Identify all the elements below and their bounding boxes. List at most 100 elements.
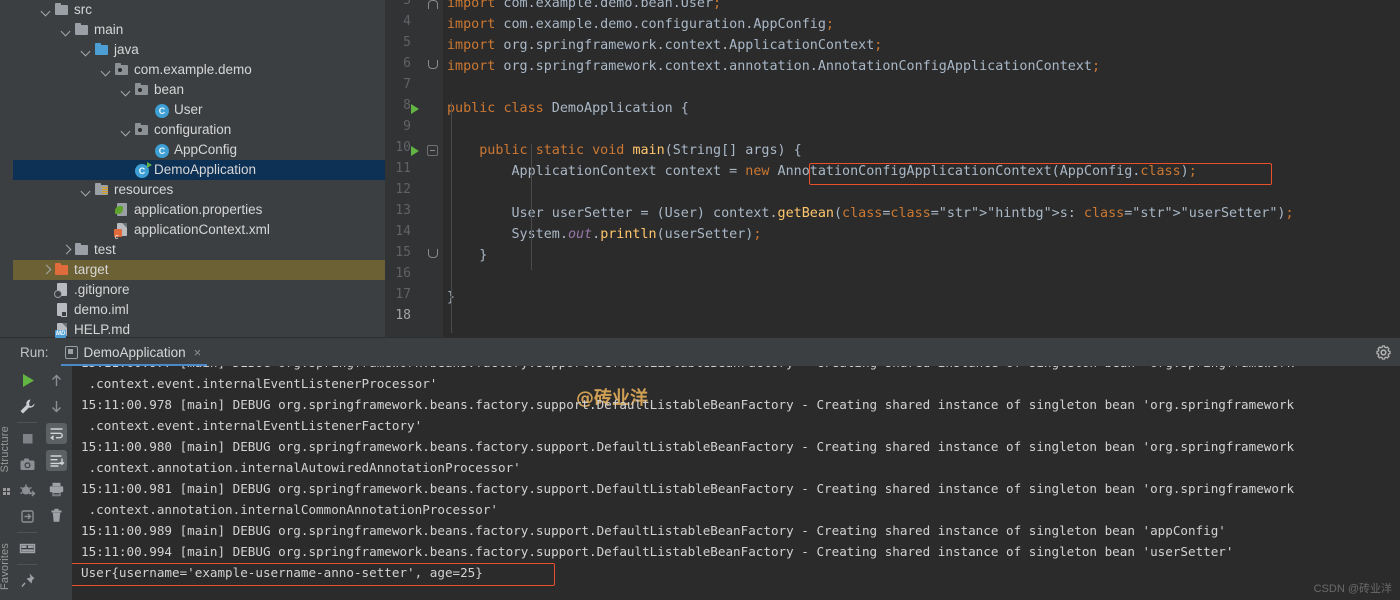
no-chevron — [141, 105, 152, 116]
tree-item-src[interactable]: src — [13, 0, 385, 20]
tree-item-appconfig[interactable]: AppConfig — [13, 140, 385, 160]
indent-guide — [531, 144, 532, 270]
chevron-right-icon[interactable] — [41, 265, 52, 276]
console-log-line: 15:11:00.980 [main] DEBUG org.springfram… — [81, 439, 1295, 454]
chevron-down-icon[interactable] — [101, 65, 112, 76]
console-tab-icon — [64, 345, 78, 359]
tree-item-label: target — [74, 262, 109, 277]
tree-item-user[interactable]: User — [13, 100, 385, 120]
source-folder-icon — [94, 42, 110, 58]
stop-button[interactable] — [17, 428, 38, 449]
code-line[interactable]: public class DemoApplication { — [447, 98, 689, 119]
layout-icon[interactable] — [17, 538, 38, 559]
project-tree[interactable]: src main java com.example.demo bean User confi… — [13, 0, 385, 338]
arrow-up-icon[interactable] — [46, 370, 67, 391]
gutter-line-number: 4 — [403, 14, 411, 29]
console-log-line: .context.event.internalEventListenerProc… — [81, 376, 438, 391]
chevron-down-icon[interactable] — [81, 45, 92, 56]
fold-collapse-icon[interactable] — [427, 145, 438, 156]
tree-item-label: bean — [154, 82, 185, 97]
code-content[interactable]: import com.example.demo.bean.User; import… — [443, 0, 1400, 338]
gutter-line-number: 16 — [395, 266, 411, 281]
chevron-down-icon[interactable] — [121, 125, 132, 136]
tree-item-help-md[interactable]: MD HELP.md — [13, 320, 385, 338]
soft-wrap-icon[interactable] — [46, 423, 67, 444]
tab-demoapplication[interactable]: DemoApplication × — [60, 338, 208, 366]
bug-attach-icon[interactable] — [17, 480, 38, 501]
gutter-line-number: 11 — [395, 161, 411, 176]
arrow-down-icon[interactable] — [46, 396, 67, 417]
code-line[interactable]: public static void main(String[] args) { — [447, 140, 802, 161]
no-chevron — [41, 285, 52, 296]
folder-icon — [74, 242, 90, 258]
close-icon[interactable]: × — [194, 346, 202, 359]
tree-item-label: resources — [114, 182, 174, 197]
camera-icon[interactable] — [17, 454, 38, 475]
code-line[interactable]: ApplicationContext context = new Annotat… — [447, 161, 1196, 182]
console-log-line: .context.annotation.internalCommonAnnota… — [81, 502, 499, 517]
code-line[interactable]: } — [447, 245, 487, 266]
run-gutter-icon[interactable] — [411, 146, 419, 156]
exit-icon[interactable] — [17, 506, 38, 527]
fold-region-marker[interactable] — [427, 0, 438, 9]
favorites-tool-button[interactable]: Favorites — [0, 543, 11, 590]
printer-icon[interactable] — [46, 479, 67, 500]
chevron-down-icon[interactable] — [81, 185, 92, 196]
trash-icon[interactable] — [46, 505, 67, 526]
console-log-line: 15:11:00.994 [main] DEBUG org.springfram… — [81, 544, 1234, 559]
console-log-line: 15:11:00.989 [main] DEBUG org.springfram… — [81, 523, 1226, 538]
tree-item-label: DemoApplication — [154, 162, 257, 177]
chevron-down-icon[interactable] — [61, 25, 72, 36]
code-line[interactable]: import com.example.demo.bean.User; — [447, 0, 721, 14]
tree-item-main[interactable]: main — [13, 20, 385, 40]
code-line[interactable]: User userSetter = (User) context.getBean… — [447, 203, 1293, 224]
console-log-line: 15:11:00.978 [main] DEBUG org.springfram… — [81, 397, 1295, 412]
structure-icon — [3, 488, 10, 495]
fold-region-marker[interactable] — [427, 249, 438, 260]
no-chevron — [141, 145, 152, 156]
tree-item-test[interactable]: test — [13, 240, 385, 260]
code-line[interactable]: import org.springframework.context.annot… — [447, 56, 1100, 77]
tree-item-java[interactable]: java — [13, 40, 385, 60]
code-editor[interactable]: 3 4 5 6 7 8 9 10 11 12 13 14 15 16 17 18 import com.exa… — [385, 0, 1400, 338]
console-output[interactable]: @砖业洋 CSDN @砖业洋 15:11:00.977 [main] DEBUG… — [72, 366, 1400, 600]
structure-tool-button[interactable]: Structure — [0, 426, 11, 472]
tree-item--gitignore[interactable]: .gitignore — [13, 280, 385, 300]
pin-icon[interactable] — [17, 570, 38, 591]
tree-item-resources[interactable]: resources — [13, 180, 385, 200]
run-gutter-icon[interactable] — [411, 104, 419, 114]
gutter-line-number: 15 — [395, 245, 411, 260]
chevron-right-icon[interactable] — [61, 245, 72, 256]
tree-item-application-properties[interactable]: application.properties — [13, 200, 385, 220]
rerun-button[interactable] — [17, 370, 38, 391]
tree-item-com-example-demo[interactable]: com.example.demo — [13, 60, 385, 80]
tree-item-target[interactable]: target — [13, 260, 385, 280]
gutter-line-number: 12 — [395, 182, 411, 197]
console-log-line: .context.event.internalEventListenerFact… — [81, 418, 423, 433]
markdown-file-icon: MD — [54, 322, 70, 338]
code-line[interactable]: import com.example.demo.configuration.Ap… — [447, 14, 834, 35]
tree-item-demo-iml[interactable]: demo.iml — [13, 300, 385, 320]
tree-item-label: com.example.demo — [134, 62, 252, 77]
tree-item-label: User — [174, 102, 203, 117]
gutter-line-number: 3 — [403, 0, 411, 8]
top-section: src main java com.example.demo bean User confi… — [0, 0, 1400, 338]
tree-item-demoapplication[interactable]: DemoApplication — [13, 160, 385, 180]
tree-item-bean[interactable]: bean — [13, 80, 385, 100]
csdn-credit: CSDN @砖业洋 — [1313, 583, 1392, 595]
tree-item-label: src — [74, 2, 92, 17]
fold-region-marker[interactable] — [427, 60, 438, 71]
code-line[interactable]: import org.springframework.context.Appli… — [447, 35, 882, 56]
chevron-down-icon[interactable] — [121, 85, 132, 96]
scroll-end-icon[interactable] — [46, 450, 67, 471]
runnable-java-class-icon — [135, 161, 152, 178]
gutter-line-number: 14 — [395, 224, 411, 239]
edit-configurations-button[interactable] — [17, 396, 38, 417]
tree-item-configuration[interactable]: configuration — [13, 120, 385, 140]
code-line[interactable]: System.out.println(userSetter); — [447, 224, 761, 245]
chevron-down-icon[interactable] — [41, 5, 52, 16]
editor-gutter[interactable]: 3 4 5 6 7 8 9 10 11 12 13 14 15 16 17 18 — [385, 0, 443, 338]
tree-item-applicationcontext-xml[interactable]: applicationContext.xml — [13, 220, 385, 248]
tree-item-label: java — [114, 42, 139, 57]
gear-icon[interactable] — [1375, 344, 1392, 361]
